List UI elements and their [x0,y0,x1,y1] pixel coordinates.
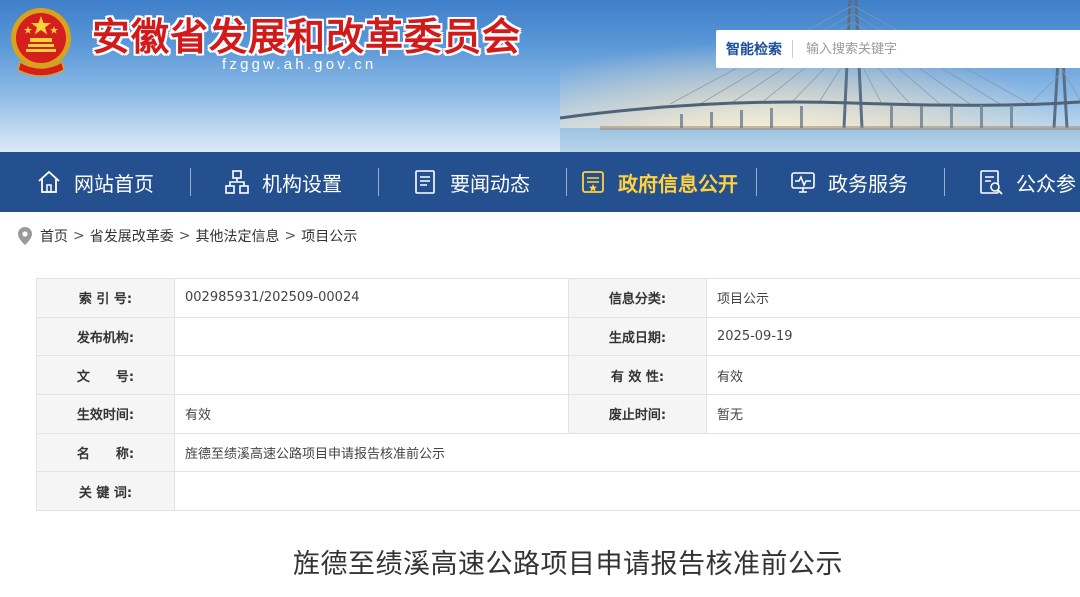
nav-item-label: 网站首页 [74,171,154,196]
nav-item-label: 政府信息公开 [618,171,738,196]
nav-item-organization[interactable]: 机构设置 [224,152,342,212]
index-number-label: 索 引 号: [36,278,175,318]
nav-divider [944,168,945,196]
document-number-label: 文 号: [36,355,175,396]
nav-item-public-participation[interactable]: 公众参 [978,152,1076,212]
nav-divider [378,168,379,196]
validity-value: 有效 [706,355,1080,396]
bridge-illustration [560,0,1080,130]
nav-divider [756,168,757,196]
smart-search-button[interactable]: 智能检索 [716,39,792,59]
document-number-value [174,355,569,396]
breadcrumb-separator: > [284,228,297,244]
search-input[interactable] [806,41,1056,57]
document-name-label: 名 称: [36,432,175,473]
breadcrumb-other-info[interactable]: 其他法定信息 [195,226,279,246]
repeal-time-value: 暂无 [706,394,1080,434]
nav-item-label: 机构设置 [262,171,342,196]
breadcrumb-separator: > [73,228,85,244]
publisher-label: 发布机构: [36,316,175,357]
date-label: 生成日期: [568,316,707,357]
validity-label: 有 效 性: [568,355,707,396]
category-label: 信息分类: [568,278,707,318]
keywords-value [174,471,1080,512]
nav-item-info-disclosure[interactable]: 政府信息公开 [580,152,738,212]
table-row: 发布机构: 生成日期: 2025-09-19 [36,316,1080,357]
info-disclosure-icon [582,171,604,193]
publisher-value [174,316,569,357]
breadcrumb-project-notice[interactable]: 项目公示 [301,226,357,246]
header-banner: 安徽省发展和改革委员会 fzggw.ah.gov.cn 智能检索 [0,0,1080,152]
public-participation-icon [980,170,1003,195]
nav-divider [190,168,191,196]
nav-item-home[interactable]: 网站首页 [36,152,154,212]
effective-time-label: 生效时间: [36,394,175,434]
table-row: 文 号: 有 效 性: 有效 [36,355,1080,396]
nav-item-label: 公众参 [1016,171,1076,196]
effective-time-value: 有效 [174,394,569,434]
service-icon [791,172,815,193]
search-box: 智能检索 [716,30,1080,68]
breadcrumb-separator: > [178,228,191,244]
nav-item-label: 政务服务 [828,171,908,196]
table-row: 关 键 词: [36,471,1080,512]
main-nav: 网站首页 机构设置 要闻动态 政府信息公开 政务服务 公众参 [0,152,1080,212]
category-value: 项目公示 [706,278,1080,318]
repeal-time-label: 废止时间: [568,394,707,434]
table-row: 生效时间: 有效 废止时间: 暂无 [36,394,1080,434]
nav-item-news[interactable]: 要闻动态 [412,152,530,212]
table-row: 索 引 号: 002985931/202509-00024 信息分类: 项目公示 [36,278,1080,318]
nav-item-label: 要闻动态 [450,171,530,196]
document-meta-table: 索 引 号: 002985931/202509-00024 信息分类: 项目公示… [36,278,1080,512]
org-chart-icon [225,170,249,194]
breadcrumb: 首页 > 省发展改革委 > 其他法定信息 > 项目公示 [18,226,357,246]
home-icon [38,170,60,193]
date-value: 2025-09-19 [706,316,1080,357]
table-row: 名 称: 旌德至绩溪高速公路项目申请报告核准前公示 [36,432,1080,473]
breadcrumb-commission[interactable]: 省发展改革委 [90,226,174,246]
search-divider [792,40,793,58]
keywords-label: 关 键 词: [36,471,175,512]
site-title: 安徽省发展和改革委员会 [92,14,522,59]
nav-item-services[interactable]: 政务服务 [790,152,908,212]
document-name-value: 旌德至绩溪高速公路项目申请报告核准前公示 [174,432,1080,473]
site-domain: fzggw.ah.gov.cn [222,56,377,73]
article-title: 旌德至绩溪高速公路项目申请报告核准前公示 [293,549,843,580]
news-icon [415,170,435,194]
breadcrumb-home[interactable]: 首页 [40,226,68,246]
nav-divider [566,168,567,196]
national-emblem-icon [11,8,71,77]
index-number-value: 002985931/202509-00024 [174,278,569,318]
location-pin-icon [18,227,32,245]
